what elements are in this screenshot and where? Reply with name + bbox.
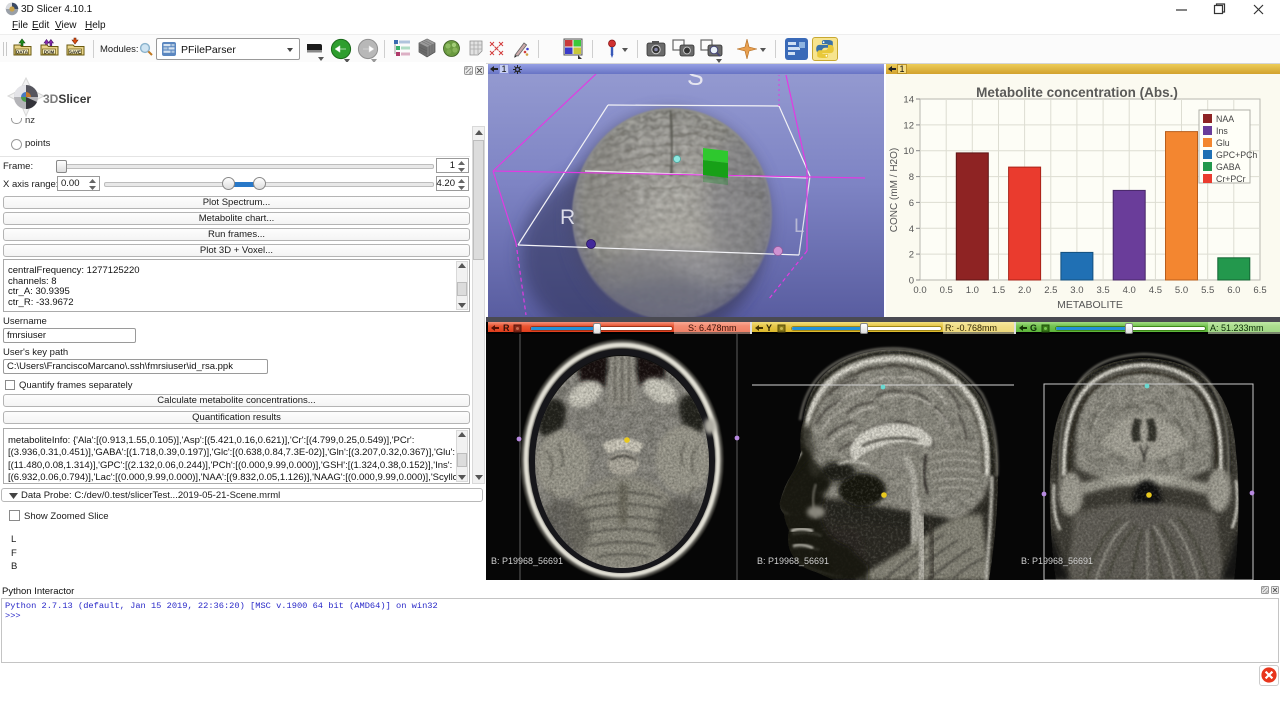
svg-text:S: S: [687, 74, 704, 91]
svg-text:GABA: GABA: [1216, 162, 1241, 172]
svg-text:4.0: 4.0: [1123, 285, 1136, 296]
svg-text:4.5: 4.5: [1149, 285, 1162, 296]
svg-text:B: P19968_56691: B: P19968_56691: [491, 556, 563, 566]
svg-text:CONC (mM / H2O): CONC (mM / H2O): [889, 148, 900, 232]
svg-text:10: 10: [903, 146, 914, 157]
svg-text:6: 6: [909, 198, 914, 209]
svg-text:12: 12: [903, 120, 914, 131]
svg-text:R: R: [560, 206, 575, 229]
svg-text:1.5: 1.5: [992, 285, 1005, 296]
svg-text:14: 14: [903, 95, 914, 106]
svg-text:0.0: 0.0: [913, 285, 926, 296]
svg-text:GPC+PCh: GPC+PCh: [1216, 150, 1257, 160]
svg-text:B: P19968_56691: B: P19968_56691: [1021, 556, 1093, 566]
svg-text:Cr+PCr: Cr+PCr: [1216, 174, 1246, 184]
svg-text:2: 2: [909, 250, 914, 261]
svg-text:DCM: DCM: [44, 49, 55, 54]
svg-text:5.5: 5.5: [1201, 285, 1214, 296]
svg-text:5.0: 5.0: [1175, 285, 1188, 296]
svg-text:0.5: 0.5: [940, 285, 953, 296]
svg-text:NAA: NAA: [1216, 114, 1234, 124]
svg-text:8: 8: [909, 172, 914, 183]
svg-text:Ins: Ins: [1216, 126, 1228, 136]
svg-text:2.5: 2.5: [1044, 285, 1057, 296]
svg-text:METABOLITE: METABOLITE: [1057, 299, 1123, 311]
svg-text:6.5: 6.5: [1253, 285, 1266, 296]
svg-text:DATA: DATA: [16, 49, 29, 54]
svg-text:2.0: 2.0: [1018, 285, 1031, 296]
svg-text:Glu: Glu: [1216, 138, 1230, 148]
svg-text:1.0: 1.0: [966, 285, 979, 296]
svg-text:L: L: [794, 216, 805, 237]
svg-text:B: P19968_56691: B: P19968_56691: [757, 556, 829, 566]
svg-text:3.5: 3.5: [1096, 285, 1109, 296]
svg-text:4: 4: [909, 224, 914, 235]
svg-text:Metabolite concentration (Abs.: Metabolite concentration (Abs.): [976, 85, 1178, 100]
svg-text:6.0: 6.0: [1227, 285, 1240, 296]
svg-text:SAVE: SAVE: [69, 49, 81, 54]
svg-text:3.0: 3.0: [1070, 285, 1083, 296]
